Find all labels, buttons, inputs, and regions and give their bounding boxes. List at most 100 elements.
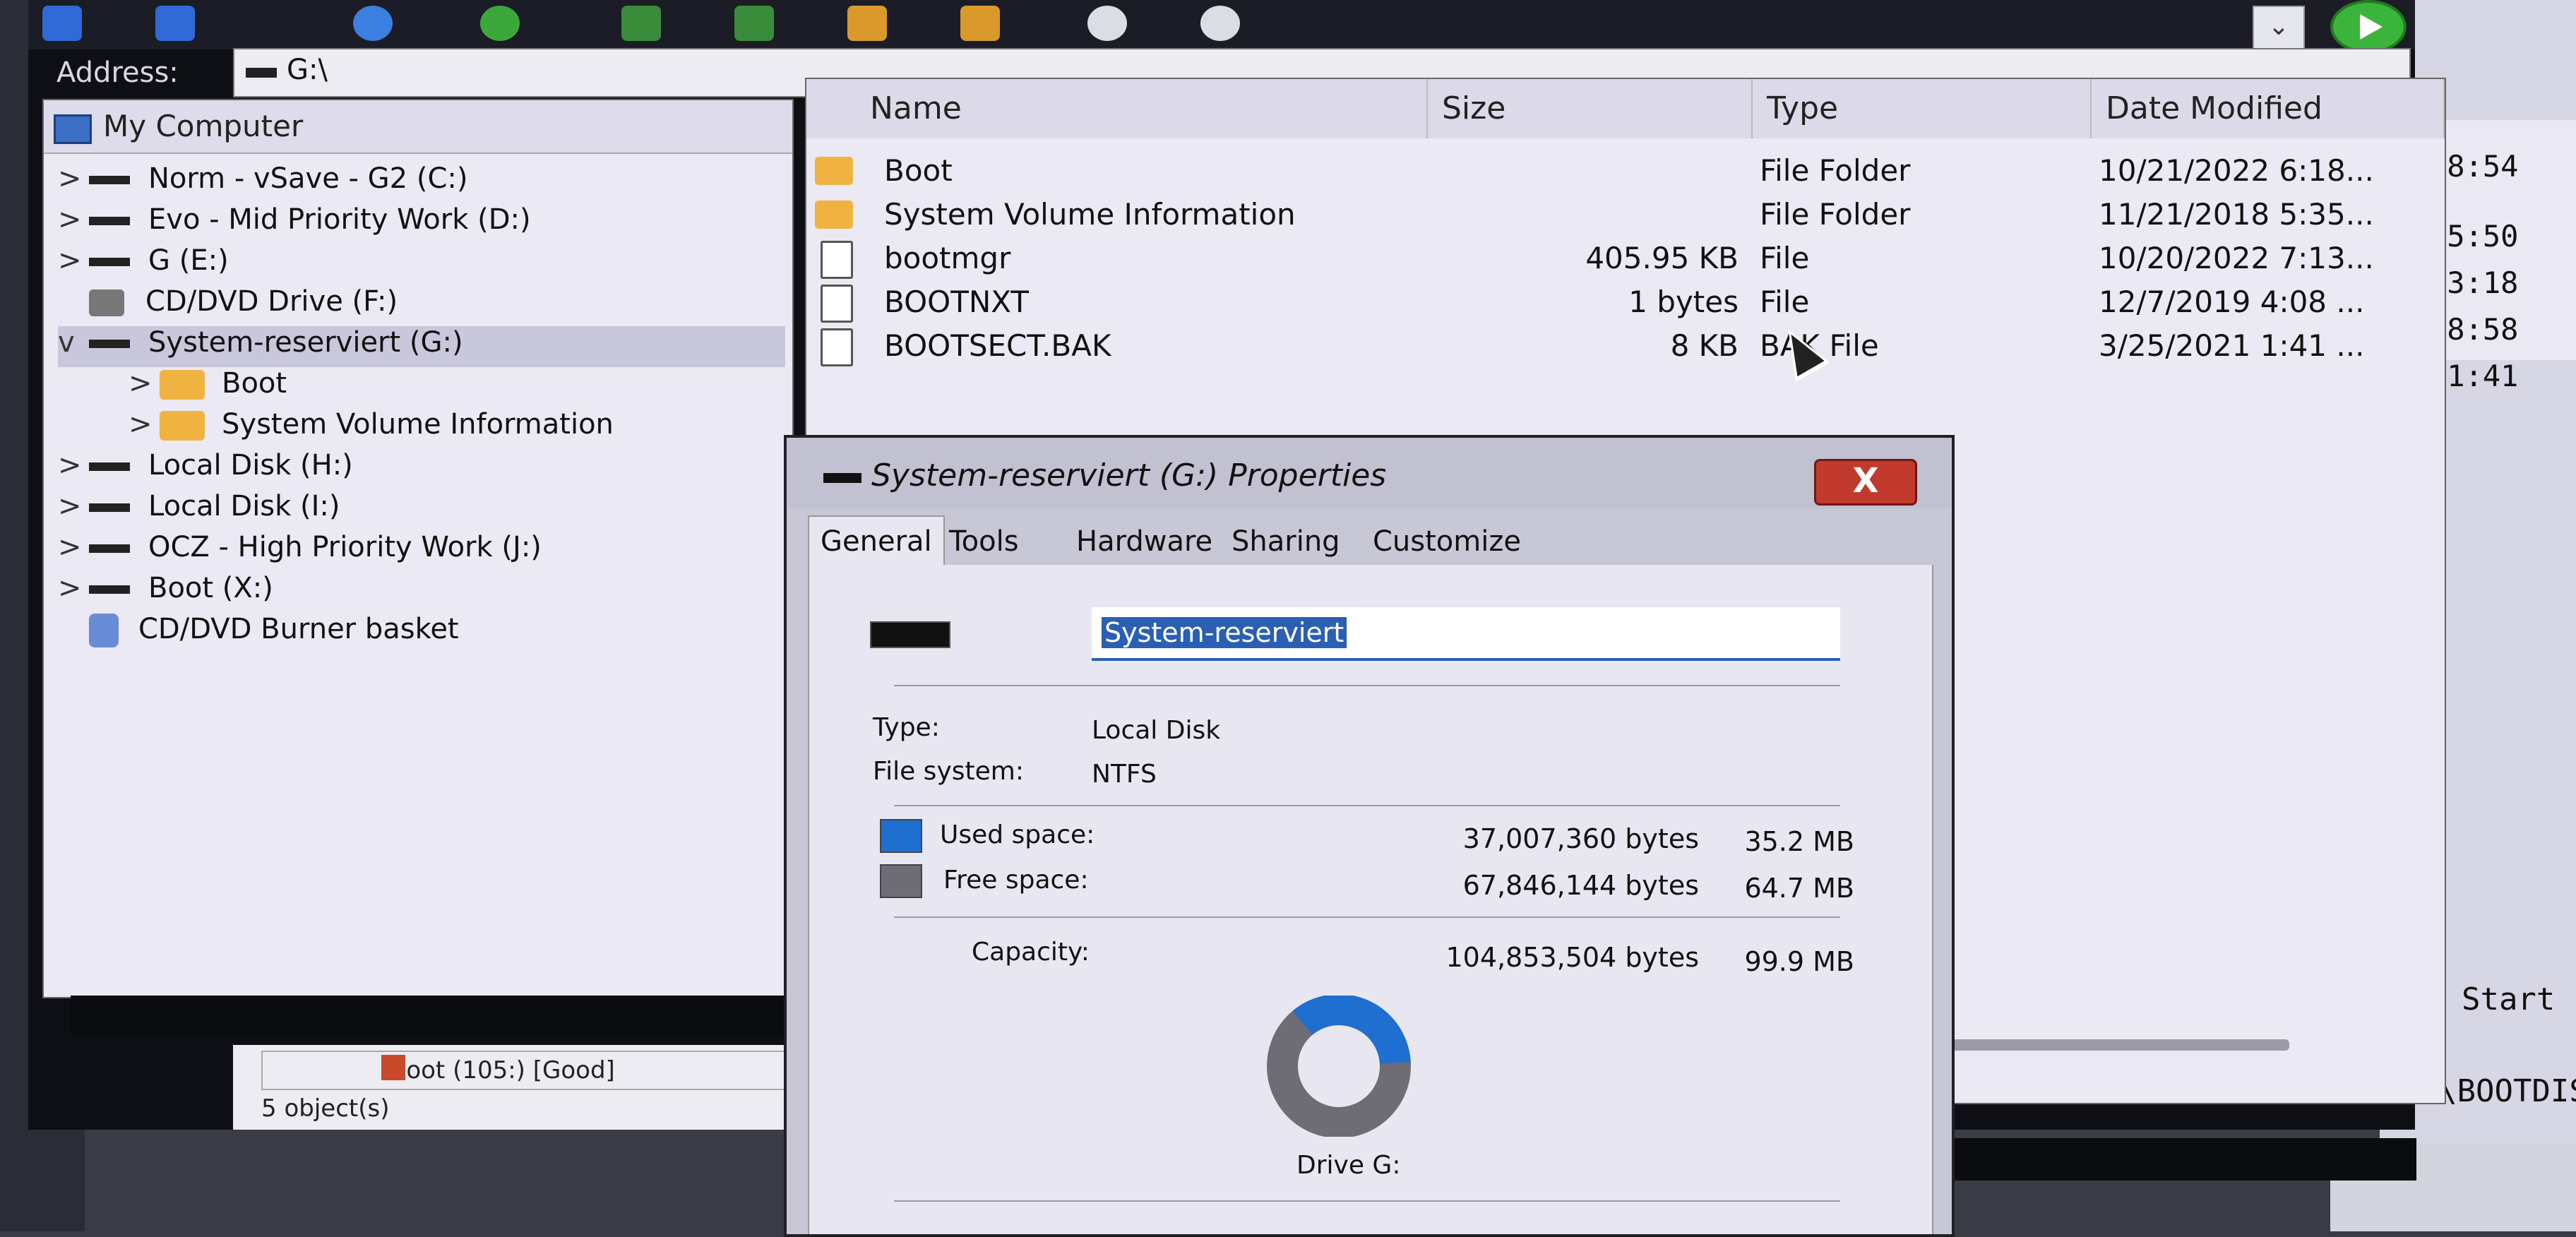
tree-item-burner-basket[interactable]: CD/DVD Burner basket bbox=[58, 613, 459, 654]
chevron-right-icon[interactable]: > bbox=[58, 244, 89, 277]
divider bbox=[894, 805, 1840, 806]
chevron-right-icon[interactable]: > bbox=[58, 572, 89, 604]
column-header-name[interactable]: Name bbox=[806, 79, 1428, 138]
tab-sharing[interactable]: Sharing bbox=[1232, 525, 1340, 558]
tree-item-boot-folder[interactable]: > Boot bbox=[129, 367, 287, 408]
file-size: 8 KB bbox=[1670, 328, 1739, 363]
tree-header[interactable]: My Computer bbox=[44, 100, 792, 154]
tree-item-label: Boot bbox=[222, 367, 287, 400]
file-row[interactable]: System Volume Information File Folder 11… bbox=[806, 193, 2445, 236]
column-header-date[interactable]: Date Modified bbox=[2092, 79, 2445, 138]
type-value: Local Disk bbox=[1092, 716, 1221, 745]
file-row[interactable]: BOOTSECT.BAK 8 KB BAK File 3/25/2021 1:4… bbox=[806, 325, 2445, 367]
chevron-right-icon[interactable]: > bbox=[58, 203, 89, 236]
file-date: 10/20/2022 7:13... bbox=[2099, 241, 2374, 275]
upload-icon[interactable] bbox=[480, 6, 520, 41]
object-count: 5 object(s) bbox=[261, 1094, 390, 1123]
list-status-bar bbox=[1936, 1138, 2416, 1181]
close-button[interactable]: X bbox=[1814, 459, 1917, 506]
folder-paste-icon[interactable] bbox=[960, 6, 1000, 41]
tree-item-g-drive[interactable]: v System-reserviert (G:) bbox=[58, 326, 785, 367]
cd-drive-icon bbox=[89, 289, 124, 316]
folder-icon bbox=[160, 370, 205, 400]
tree-item-h-drive[interactable]: > Local Disk (H:) bbox=[58, 449, 353, 490]
tree-item-c-drive[interactable]: > Norm - vSave - G2 (C:) bbox=[58, 162, 467, 203]
drive-icon bbox=[89, 585, 130, 594]
folder-icon bbox=[160, 411, 205, 441]
drive-icon bbox=[870, 621, 950, 648]
tree-item-e-drive[interactable]: > G (E:) bbox=[58, 244, 229, 285]
folder-tree: My Computer > Norm - vSave - G2 (C:) > Evo… bbox=[42, 99, 794, 998]
address-value: G:\ bbox=[287, 54, 328, 86]
properties-dialog: System-reserviert (G:) Properties X Gene… bbox=[784, 435, 1955, 1237]
chevron-right-icon[interactable]: > bbox=[58, 490, 89, 522]
delete-icon[interactable] bbox=[1087, 6, 1127, 41]
tree-item-system-volume-folder[interactable]: > System Volume Information bbox=[129, 408, 614, 449]
file-date: 11/21/2018 5:35... bbox=[2099, 197, 2374, 232]
file-row[interactable]: Boot File Folder 10/21/2022 6:18... bbox=[806, 150, 2445, 192]
address-dropdown[interactable]: ⌄ bbox=[2253, 6, 2305, 51]
partition-icon bbox=[381, 1055, 405, 1080]
tree-item-x-drive[interactable]: > Boot (X:) bbox=[58, 572, 273, 613]
drive-icon bbox=[89, 258, 130, 266]
horizontal-scrollbar[interactable] bbox=[1936, 1039, 2289, 1051]
file-name: bootmgr bbox=[884, 241, 1011, 275]
file-row[interactable]: bootmgr 405.95 KB File 10/20/2022 7:13..… bbox=[806, 237, 2445, 280]
divider bbox=[894, 1200, 1840, 1202]
file-type: File bbox=[1760, 241, 1810, 275]
system-file-icon bbox=[821, 241, 853, 279]
tree-item-d-drive[interactable]: > Evo - Mid Priority Work (D:) bbox=[58, 203, 531, 244]
tree-item-j-drive[interactable]: > OCZ - High Priority Work (J:) bbox=[58, 531, 542, 572]
chevron-right-icon[interactable]: > bbox=[58, 449, 89, 482]
volume-label-selection: System-reserviert bbox=[1102, 617, 1347, 648]
chevron-right-icon[interactable]: > bbox=[129, 408, 160, 441]
tree-item-label: Local Disk (I:) bbox=[148, 490, 340, 522]
tab-customize[interactable]: Customize bbox=[1373, 525, 1521, 558]
properties-icon[interactable] bbox=[1200, 6, 1240, 41]
divider bbox=[894, 685, 1840, 686]
tab-tools[interactable]: Tools bbox=[949, 525, 1019, 558]
drive-icon bbox=[89, 544, 130, 553]
back-arrow-icon[interactable] bbox=[42, 6, 82, 41]
chevron-right-icon[interactable]: > bbox=[58, 531, 89, 563]
partition-status: Boot (105:) [Good] bbox=[261, 1051, 847, 1090]
burner-basket-icon bbox=[89, 614, 119, 647]
folder-cut-icon[interactable] bbox=[847, 6, 887, 41]
move-icon[interactable] bbox=[621, 6, 661, 41]
dialog-titlebar[interactable]: System-reserviert (G:) Properties bbox=[787, 438, 1952, 508]
disk-usage-chart bbox=[1267, 996, 1411, 1137]
go-button[interactable] bbox=[2330, 0, 2407, 54]
tree-item-label: OCZ - High Priority Work (J:) bbox=[148, 531, 542, 563]
file-date: 12/7/2019 4:08 ... bbox=[2099, 285, 2365, 319]
file-date: 10/21/2022 6:18... bbox=[2099, 153, 2374, 188]
volume-label-input[interactable]: System-reserviert bbox=[1092, 607, 1840, 661]
folder-icon bbox=[815, 157, 853, 185]
drive-icon bbox=[89, 217, 130, 225]
chevron-right-icon[interactable]: > bbox=[58, 162, 89, 195]
file-row[interactable]: BOOTNXT 1 bytes File 12/7/2019 4:08 ... bbox=[806, 281, 2445, 323]
type-label: Type: bbox=[873, 713, 940, 742]
chevron-down-icon[interactable]: v bbox=[58, 326, 89, 359]
tree-item-label: System Volume Information bbox=[222, 408, 614, 441]
column-header-size[interactable]: Size bbox=[1428, 79, 1753, 138]
chevron-right-icon[interactable]: > bbox=[129, 367, 160, 400]
tree-item-label: System-reserviert (G:) bbox=[148, 326, 463, 359]
tree-item-f-drive[interactable]: CD/DVD Drive (F:) bbox=[58, 285, 398, 326]
tree-item-i-drive[interactable]: > Local Disk (I:) bbox=[58, 490, 340, 531]
refresh-icon[interactable] bbox=[353, 6, 393, 41]
address-label: Address: bbox=[56, 56, 179, 89]
tab-general[interactable]: General bbox=[808, 515, 945, 565]
file-system-value: NTFS bbox=[1092, 760, 1157, 789]
drive-icon bbox=[246, 68, 277, 78]
file-name: System Volume Information bbox=[884, 197, 1296, 232]
file-date: 3/25/2021 1:41 ... bbox=[2099, 328, 2365, 363]
file-type: File bbox=[1760, 285, 1810, 319]
file-size: 1 bytes bbox=[1628, 285, 1739, 319]
column-header-type[interactable]: Type bbox=[1753, 79, 2092, 138]
copy-icon[interactable] bbox=[734, 6, 774, 41]
drive-icon bbox=[89, 176, 130, 184]
used-space-mb: 35.2 MB bbox=[1744, 826, 1854, 857]
tab-hardware[interactable]: Hardware bbox=[1076, 525, 1212, 558]
free-space-mb: 64.7 MB bbox=[1744, 873, 1854, 904]
forward-arrow-icon[interactable] bbox=[155, 6, 195, 41]
